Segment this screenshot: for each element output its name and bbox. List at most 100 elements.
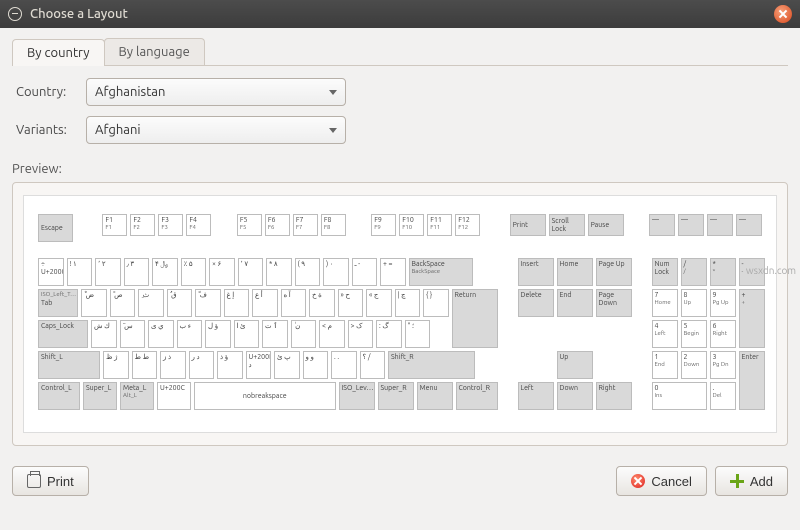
key-r3-10: : گ xyxy=(376,320,402,348)
key-r2-5: إ غ xyxy=(224,289,250,317)
key-r4-5: U+200D د xyxy=(246,351,272,379)
key-escape: Escape xyxy=(38,214,73,242)
key-left: Left xyxy=(518,382,554,410)
key-f6: F6F6 xyxy=(265,214,290,236)
key-r4-3: د ر xyxy=(189,351,215,379)
key-r1-10: ) ۰ xyxy=(323,258,349,286)
key-shift-l: Shift_L xyxy=(38,351,100,379)
key-menu: Menu xyxy=(417,382,453,410)
key-f4: F4F4 xyxy=(186,214,211,236)
key-shift-r: Shift_R xyxy=(388,351,475,379)
print-icon xyxy=(27,474,41,488)
numpad: Num Lock // ** -- 7Home 8Up 9Pg Up ++ 4L… xyxy=(652,258,765,410)
chevron-down-icon xyxy=(329,128,337,133)
key-tab: ISO_Left_T…Tab xyxy=(38,289,78,317)
tab-by-country[interactable]: By country xyxy=(12,39,105,66)
key-home: Home xyxy=(557,258,593,286)
led: — xyxy=(736,214,762,236)
cancel-label: Cancel xyxy=(651,474,691,489)
key-r4-4: ؤ ذ xyxy=(217,351,243,379)
country-label: Country: xyxy=(16,85,86,99)
key-space: nobreakspace xyxy=(194,382,336,410)
variants-select[interactable]: Afghani xyxy=(86,116,346,144)
key-r2-0: ْ ض xyxy=(81,289,107,317)
key-u200c: U+200C xyxy=(157,382,191,410)
keyboard-preview: Escape F1F1F2F2F3F3F4F4 F5F5F6F6F7F7F8F8… xyxy=(23,195,777,433)
key-kp4: 4Left xyxy=(652,320,678,348)
key-backspace: BackSpaceBackSpace xyxy=(409,258,473,286)
key-r2-3: ُ ق xyxy=(167,289,193,317)
key-r2-1: ً ص xyxy=(110,289,136,317)
key-r1-2: ٬ ۲ xyxy=(95,258,121,286)
variants-label: Variants: xyxy=(16,123,86,137)
key-kp-add: ++ xyxy=(739,289,765,348)
key-r3-4: ؤ ل xyxy=(205,320,231,348)
key-r2-9: » ح xyxy=(338,289,364,317)
add-icon xyxy=(730,474,744,488)
key-r4-9: ؟ / xyxy=(360,351,386,379)
key-r1-1: ! ۱ xyxy=(67,258,93,286)
key-kp6: 6Right xyxy=(710,320,736,348)
key-ctrl-l: Control_L xyxy=(38,382,80,410)
key-down: Down xyxy=(557,382,593,410)
key-r3-0: ك ش xyxy=(91,320,117,348)
key-r2-10: « ج xyxy=(366,289,392,317)
window-title: Choose a Layout xyxy=(30,7,128,21)
key-r1-11: ـ - xyxy=(352,258,378,286)
key-r1-0: ÷ U+2000 xyxy=(38,258,64,286)
key-super-l: Super_L xyxy=(83,382,117,410)
key-iso-level: ISO_Lev… xyxy=(339,382,375,410)
key-kp0: 0Ins xyxy=(652,382,707,410)
key-meta-l: Meta_LAlt_L xyxy=(120,382,154,410)
close-icon[interactable] xyxy=(774,5,792,23)
key-kp-dec: .Del xyxy=(710,382,736,410)
key-r3-6: ٱ ت xyxy=(262,320,288,348)
key-r4-1: ط ط xyxy=(132,351,158,379)
chevron-down-icon xyxy=(329,90,337,95)
variants-value: Afghani xyxy=(95,123,141,137)
print-button[interactable]: Print xyxy=(12,466,89,496)
key-r1-5: ٪ ۵ xyxy=(181,258,207,286)
country-select[interactable]: Afghanistan xyxy=(86,78,346,106)
titlebar: Choose a Layout xyxy=(0,0,800,28)
key-end: End xyxy=(557,289,593,317)
add-button[interactable]: Add xyxy=(715,466,788,496)
key-r3-5: ئ ا xyxy=(234,320,260,348)
key-f9: F9F9 xyxy=(371,214,396,236)
key-f1: F1F1 xyxy=(102,214,127,236)
key-r1-4: ﷼ ۴ xyxy=(152,258,178,286)
key-kp8: 8Up xyxy=(681,289,707,317)
key-f10: F10F10 xyxy=(399,214,424,236)
country-value: Afghanistan xyxy=(95,85,165,99)
preview-label: Preview: xyxy=(12,162,788,176)
cancel-button[interactable]: Cancel xyxy=(616,466,706,496)
app-icon xyxy=(8,7,22,21)
key-kp-mul: ** xyxy=(710,258,736,286)
tab-by-language[interactable]: By language xyxy=(104,38,205,65)
key-r2-11: | چ xyxy=(395,289,421,317)
key-r1-9: ( ۹ xyxy=(295,258,321,286)
key-pause: Pause xyxy=(588,214,624,236)
key-r2-4: ّ ف xyxy=(195,289,221,317)
key-pgdn: Page Down xyxy=(596,289,632,317)
key-kp7: 7Home xyxy=(652,289,678,317)
key-r2-12: { } xyxy=(423,289,449,317)
key-r4-8: . . xyxy=(331,351,357,379)
key-r3-7: ٰ ن xyxy=(291,320,317,348)
watermark: wsxdn.com xyxy=(746,265,796,276)
key-scroll-lock: Scroll Lock xyxy=(549,214,585,236)
key-kp-div: // xyxy=(681,258,707,286)
key-insert: Insert xyxy=(518,258,554,286)
key-up: Up xyxy=(557,351,593,379)
key-r2-2: ِ ث xyxy=(138,289,164,317)
key-f8: F8F8 xyxy=(321,214,346,236)
led: — xyxy=(678,214,704,236)
key-f12: F12F12 xyxy=(455,214,480,236)
led: — xyxy=(649,214,675,236)
key-ctrl-r: Control_R xyxy=(456,382,498,410)
led: — xyxy=(707,214,733,236)
key-delete: Delete xyxy=(518,289,554,317)
key-r1-6: × ۶ xyxy=(209,258,235,286)
key-f2: F2F2 xyxy=(130,214,155,236)
key-r3-8: < م xyxy=(319,320,345,348)
